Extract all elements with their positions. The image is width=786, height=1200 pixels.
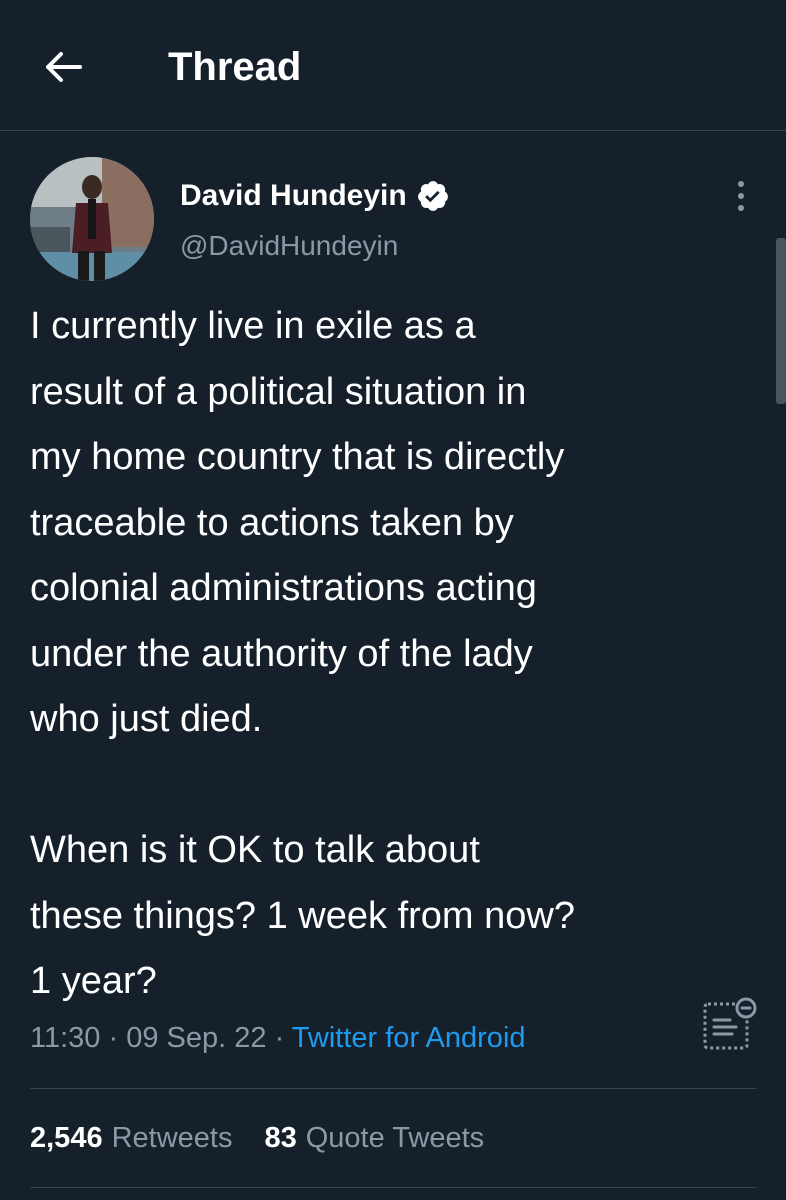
page-title: Thread (168, 45, 302, 89)
analytics-icon (703, 997, 757, 1050)
tweet-text-line: 1 year? (30, 960, 157, 1002)
arrow-left-icon (46, 52, 82, 82)
quote-tweets-count: 83 (264, 1122, 297, 1154)
top-bar: Thread (0, 0, 786, 131)
retweets-stat[interactable]: 2,546 Retweets (30, 1118, 232, 1158)
back-button[interactable] (38, 44, 88, 90)
tweet-text-line: my home country that is directly (30, 436, 565, 478)
author-name[interactable]: David Hundeyin (180, 179, 407, 213)
tweet-text-line (30, 753, 760, 819)
tweet-text-line: colonial administrations acting (30, 567, 537, 609)
tweet-text-line: result of a political situation in (30, 370, 527, 413)
divider (30, 1088, 756, 1089)
retweets-count: 2,546 (30, 1122, 103, 1154)
meta-separator: · (274, 1022, 285, 1054)
quote-tweets-stat[interactable]: 83 Quote Tweets (264, 1118, 484, 1158)
divider (30, 1187, 756, 1188)
meta-separator: · (108, 1022, 119, 1054)
verified-badge-icon (417, 181, 448, 211)
tweet-text-line: who just died. (30, 698, 263, 740)
tweet-text-line: traceable to actions taken by (30, 501, 514, 544)
tweet-text-line: When is it OK to talk about (30, 829, 480, 871)
tweet-text-line: under the authority of the lady (30, 632, 533, 675)
analytics-button[interactable] (702, 996, 760, 1054)
more-vertical-icon (738, 181, 744, 187)
scrollbar[interactable] (776, 238, 786, 404)
tweet-text: I currently live in exile as a result of… (30, 294, 760, 1015)
avatar[interactable] (30, 157, 154, 281)
tweet-text-line: I currently live in exile as a (30, 305, 476, 347)
tweet-source-link[interactable]: Twitter for Android (292, 1022, 526, 1054)
tweet-metadata: 11:30 · 09 Sep. 22 · Twitter for Android (30, 1018, 526, 1058)
more-options-button[interactable] (726, 176, 756, 216)
quote-tweets-label: Quote Tweets (305, 1122, 485, 1154)
tweet-text-line: these things? 1 week from now? (30, 894, 575, 937)
tweet-time[interactable]: 11:30 (30, 1022, 100, 1054)
author-handle[interactable]: @DavidHundeyin (180, 230, 398, 262)
tweet-stats: 2,546 Retweets 83 Quote Tweets (30, 1118, 484, 1158)
retweets-label: Retweets (111, 1122, 233, 1154)
avatar-photo (30, 157, 154, 281)
author-name-row[interactable]: David Hundeyin (180, 176, 450, 216)
tweet-date[interactable]: 09 Sep. 22 (126, 1022, 266, 1054)
